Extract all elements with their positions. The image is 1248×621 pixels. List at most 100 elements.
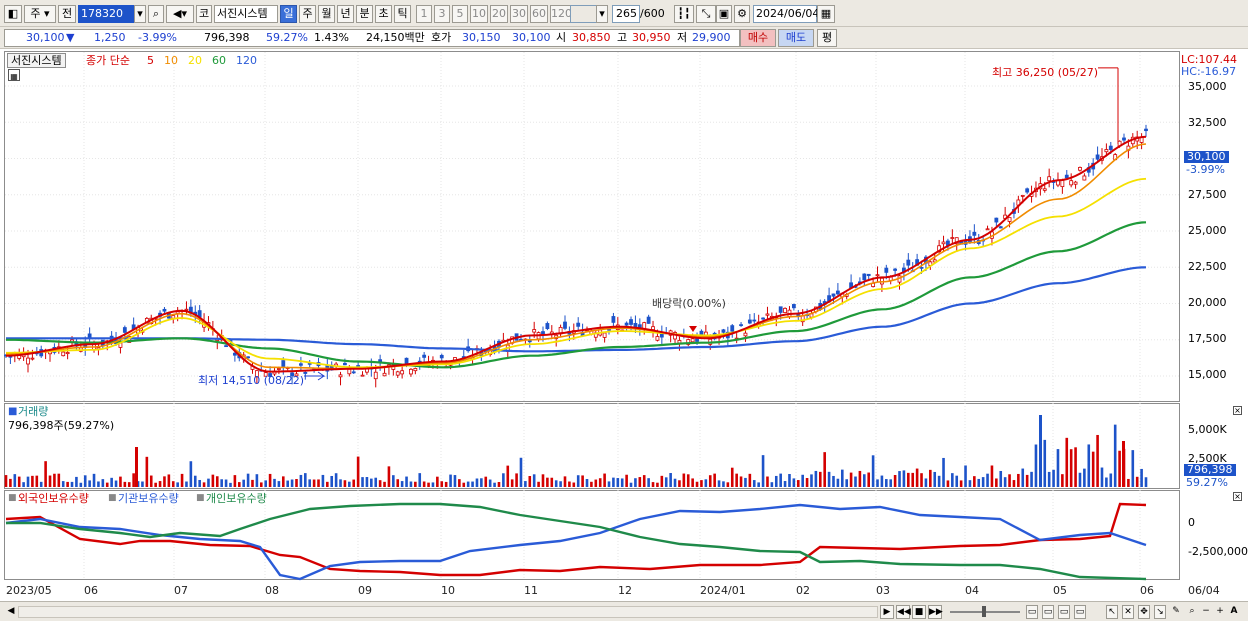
interval-button-7[interactable]: 120 bbox=[550, 5, 572, 23]
layout-icon[interactable]: ◧ bbox=[4, 5, 22, 23]
volume-bar bbox=[616, 478, 620, 487]
interval-button-2[interactable]: 5 bbox=[452, 5, 468, 23]
stock-name-field[interactable]: 서진시스템 bbox=[214, 5, 278, 23]
stock-code-input[interactable]: 178320 bbox=[78, 5, 136, 23]
arrow-tool-icon[interactable]: ↖ bbox=[1106, 605, 1118, 619]
period-tab-1[interactable]: 주 bbox=[299, 5, 316, 23]
speaker-icon[interactable]: ◀▾ bbox=[166, 5, 194, 23]
zoom-slider-handle[interactable] bbox=[982, 606, 986, 617]
cross-tool-icon[interactable]: ✕ bbox=[1122, 605, 1134, 619]
interval-button-6[interactable]: 60 bbox=[530, 5, 548, 23]
volume-bar bbox=[57, 473, 61, 487]
scroll-right-icon[interactable]: ▶ bbox=[880, 605, 894, 619]
volume-bar bbox=[132, 473, 135, 487]
candle-body bbox=[1042, 188, 1047, 191]
window-icon[interactable]: ▭ bbox=[1026, 605, 1038, 619]
volume-bar bbox=[973, 476, 976, 487]
interval-button-4[interactable]: 20 bbox=[490, 5, 508, 23]
chevron-down-icon[interactable]: ▾ bbox=[134, 5, 146, 23]
period-tab-6[interactable]: 틱 bbox=[394, 5, 411, 23]
volume-bar bbox=[647, 478, 650, 487]
interval-button-1[interactable]: 3 bbox=[434, 5, 450, 23]
volume-bar bbox=[229, 482, 232, 487]
chart-area[interactable]: 서진시스템 ▦ 종가 단순 5 10 20 60 120 LC:107.44 HC:-1… bbox=[0, 49, 1248, 601]
candle-body bbox=[752, 319, 757, 322]
volume-bar bbox=[889, 479, 893, 487]
scroll-left-icon[interactable]: ◀ bbox=[4, 605, 18, 619]
period-tab-4[interactable]: 분 bbox=[356, 5, 373, 23]
grid-icon[interactable]: ▦ bbox=[8, 69, 20, 81]
line-tool-icon[interactable]: ↘ bbox=[1154, 605, 1166, 619]
top-toolbar: ◧ 주 ▾ 전 178320 ▾ ⌕ ◀▾ 코 서진시스템 일주월년분초틱 13… bbox=[0, 0, 1248, 27]
sell-button[interactable]: 매도 bbox=[778, 29, 814, 47]
holdings-legend-0: 외국인보유수량 bbox=[18, 492, 89, 505]
plus-icon[interactable]: + bbox=[1214, 605, 1226, 619]
hand-tool-icon[interactable]: ✥ bbox=[1138, 605, 1150, 619]
volume-bar bbox=[827, 471, 831, 487]
search-icon[interactable]: ⌕ bbox=[148, 5, 164, 23]
volume-bar bbox=[290, 479, 294, 487]
volume-bar bbox=[858, 470, 862, 487]
zoom-icon[interactable]: ⌕ bbox=[1186, 605, 1198, 619]
interval-button-5[interactable]: 30 bbox=[510, 5, 528, 23]
candle-body bbox=[1073, 181, 1078, 185]
window-icon[interactable]: ▭ bbox=[1042, 605, 1054, 619]
chevron-down-icon[interactable]: ▾ bbox=[596, 5, 608, 23]
period-tab-5[interactable]: 초 bbox=[375, 5, 392, 23]
volume-bar bbox=[836, 478, 840, 487]
volume-bar bbox=[999, 470, 1003, 487]
calendar-icon[interactable]: ▦ bbox=[817, 5, 835, 23]
candle-body bbox=[1064, 174, 1069, 179]
stop-icon[interactable]: ■ bbox=[912, 605, 926, 619]
date-input[interactable]: 2024/06/04 bbox=[753, 5, 819, 23]
font-size-icon[interactable]: A bbox=[1228, 605, 1240, 619]
square-icon: ■ bbox=[108, 493, 117, 503]
volume-bar bbox=[198, 479, 201, 487]
period-tab-0[interactable]: 일 bbox=[280, 5, 297, 23]
price-y-tick: 27,500 bbox=[1188, 188, 1227, 201]
volume-bar bbox=[312, 479, 316, 487]
scroll-track[interactable] bbox=[18, 606, 878, 618]
forward-icon[interactable]: ▶▶ bbox=[928, 605, 943, 619]
volume-bar bbox=[444, 481, 448, 487]
candle-icon[interactable]: ┇╏ bbox=[674, 5, 694, 23]
volume-bar bbox=[35, 475, 39, 487]
save-icon[interactable]: ▣ bbox=[716, 5, 732, 23]
interval-button-0[interactable]: 1 bbox=[416, 5, 432, 23]
volume-bar bbox=[700, 480, 703, 487]
volume-bar bbox=[1017, 473, 1020, 487]
volume-title: 거래량 bbox=[18, 405, 49, 418]
eval-button[interactable]: 평 bbox=[817, 29, 837, 47]
volume-bar bbox=[317, 479, 320, 487]
pencil-icon[interactable]: ✎ bbox=[1170, 605, 1182, 619]
bottom-scrollbar[interactable]: ◀ ▶ ◀◀ ■ ▶▶ ▭ ▭ ▭ ▭ ↖ ✕ ✥ ↘ ✎ ⌕ − + A bbox=[0, 601, 1248, 621]
candle-body bbox=[633, 322, 638, 328]
count-input[interactable]: 265 bbox=[612, 5, 640, 23]
minus-icon[interactable]: − bbox=[1200, 605, 1212, 619]
window-icon[interactable]: ▭ bbox=[1074, 605, 1086, 619]
candle-body bbox=[65, 352, 70, 355]
period-tab-3[interactable]: 년 bbox=[337, 5, 354, 23]
volume-current-pct: 59.27% bbox=[1186, 476, 1228, 489]
gear-icon[interactable]: ⚙ bbox=[734, 5, 750, 23]
close-icon[interactable]: × bbox=[1233, 406, 1242, 415]
window-icon[interactable]: ▭ bbox=[1058, 605, 1070, 619]
draw-tools-icon[interactable]: ⤡ bbox=[696, 5, 716, 23]
close-icon[interactable]: × bbox=[1233, 492, 1242, 501]
period-tab-2[interactable]: 월 bbox=[318, 5, 335, 23]
period-select[interactable]: 주 ▾ bbox=[24, 5, 56, 23]
volume-bar bbox=[739, 476, 743, 487]
volume-bar bbox=[757, 482, 760, 487]
interval-button-3[interactable]: 10 bbox=[470, 5, 488, 23]
candle-body bbox=[299, 363, 303, 366]
candle-body bbox=[690, 338, 695, 343]
candle-body bbox=[893, 268, 898, 271]
volume-bar bbox=[365, 477, 369, 487]
candle-body bbox=[906, 259, 911, 266]
buy-button[interactable]: 매수 bbox=[740, 29, 776, 47]
rewind-icon[interactable]: ◀◀ bbox=[896, 605, 911, 619]
stock-name-tag[interactable]: 서진시스템 bbox=[7, 53, 66, 68]
kind-button[interactable]: 코 bbox=[196, 5, 212, 23]
volume-bar bbox=[462, 482, 466, 487]
prev-button[interactable]: 전 bbox=[58, 5, 76, 23]
